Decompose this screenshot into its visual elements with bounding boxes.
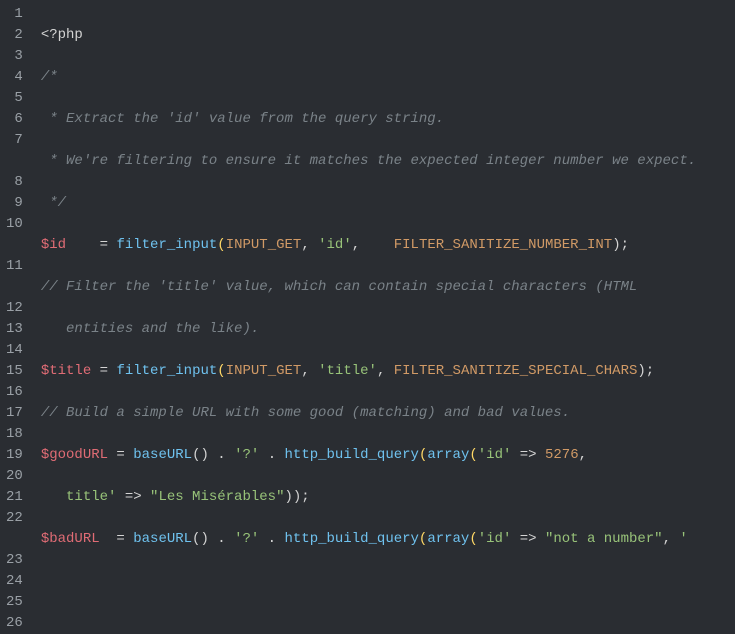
line-number: 7 <box>6 130 23 151</box>
code-line: */ <box>41 193 727 214</box>
line-number <box>6 529 23 550</box>
code-line: // Build a simple URL with some good (ma… <box>41 403 727 424</box>
code-area[interactable]: <?php /* * Extract the 'id' value from t… <box>33 0 735 565</box>
code-editor: 1 2 3 4 5 6 7 8 9 10 11 12 13 14 15 16 1… <box>0 0 735 565</box>
line-number: 26 <box>6 613 23 634</box>
line-number: 21 <box>6 487 23 508</box>
line-number <box>6 151 23 172</box>
line-number: 11 <box>6 256 23 277</box>
code-line: title' => "Les Misérables")); <box>41 487 727 508</box>
line-number: 10 <box>6 214 23 235</box>
code-line: $title = filter_input(INPUT_GET, 'title'… <box>41 361 727 382</box>
line-number: 15 <box>6 361 23 382</box>
code-line: /* <box>41 67 727 88</box>
code-line: * We're filtering to ensure it matches t… <box>41 151 727 172</box>
line-number: 12 <box>6 298 23 319</box>
line-number: 6 <box>6 109 23 130</box>
line-number: 5 <box>6 88 23 109</box>
line-number <box>6 235 23 256</box>
line-number: 18 <box>6 424 23 445</box>
code-line: $id = filter_input(INPUT_GET, 'id', FILT… <box>41 235 727 256</box>
line-number: 20 <box>6 466 23 487</box>
line-number: 22 <box>6 508 23 529</box>
code-line: // Filter the 'title' value, which can c… <box>41 277 727 298</box>
line-number: 8 <box>6 172 23 193</box>
line-number: 1 <box>6 4 23 25</box>
line-number: 24 <box>6 571 23 592</box>
line-number: 25 <box>6 592 23 613</box>
code-line: $badURL = baseURL() . '?' . http_build_q… <box>41 529 727 550</box>
line-number: 13 <box>6 319 23 340</box>
line-number-gutter: 1 2 3 4 5 6 7 8 9 10 11 12 13 14 15 16 1… <box>0 0 33 565</box>
line-number: 17 <box>6 403 23 424</box>
line-number: 16 <box>6 382 23 403</box>
line-number: 19 <box>6 445 23 466</box>
code-line: $goodURL = baseURL() . '?' . http_build_… <box>41 445 727 466</box>
code-line: entities and the like). <box>41 319 727 340</box>
code-line: * Extract the 'id' value from the query … <box>41 109 727 130</box>
line-number: 23 <box>6 550 23 571</box>
line-number: 4 <box>6 67 23 88</box>
code-line: <?php <box>41 25 727 46</box>
line-number: 14 <box>6 340 23 361</box>
line-number <box>6 277 23 298</box>
line-number: 9 <box>6 193 23 214</box>
line-number: 3 <box>6 46 23 67</box>
line-number: 2 <box>6 25 23 46</box>
